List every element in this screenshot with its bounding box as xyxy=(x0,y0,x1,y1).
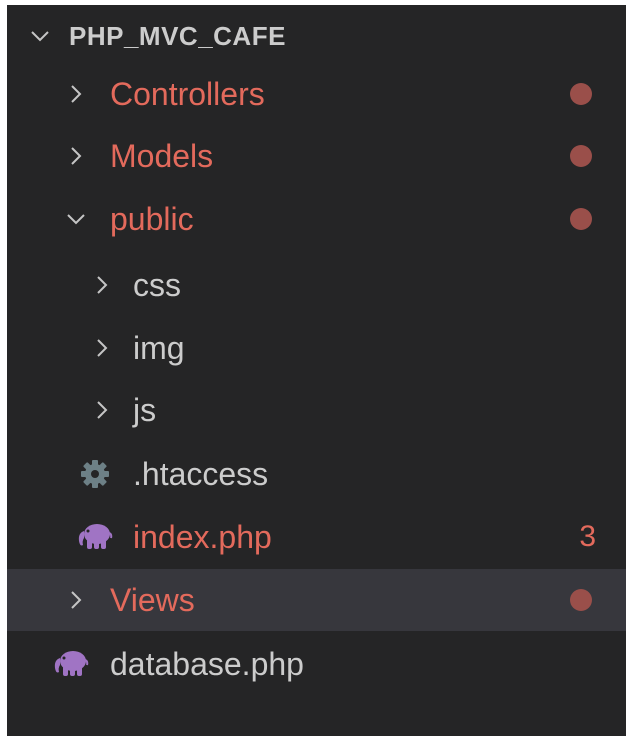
chevron-right-icon[interactable] xyxy=(65,83,87,105)
modified-dot-icon xyxy=(570,208,592,230)
chevron-right-icon[interactable] xyxy=(91,274,113,296)
file-index-php[interactable]: index.php 3 xyxy=(7,506,626,568)
folder-models[interactable]: Models xyxy=(7,125,626,187)
file-label: index.php xyxy=(133,519,272,555)
chevron-down-icon[interactable] xyxy=(65,208,87,230)
folder-label: Models xyxy=(110,138,214,174)
chevron-down-icon[interactable] xyxy=(29,25,51,47)
modified-dot-icon xyxy=(570,83,592,105)
modified-dot-icon xyxy=(570,145,592,167)
folder-label: public xyxy=(110,201,194,237)
chevron-right-icon[interactable] xyxy=(65,589,87,611)
folder-label: img xyxy=(133,330,185,366)
folder-label: css xyxy=(133,267,181,303)
folder-css[interactable]: css xyxy=(7,254,626,316)
folder-label: Views xyxy=(110,582,195,618)
file-database-php[interactable]: database.php xyxy=(7,633,626,695)
file-label: database.php xyxy=(110,646,304,682)
chevron-right-icon[interactable] xyxy=(91,399,113,421)
folder-views[interactable]: Views xyxy=(7,569,626,631)
folder-public[interactable]: public xyxy=(7,188,626,250)
file-label: .htaccess xyxy=(133,456,269,492)
gear-icon xyxy=(77,458,113,490)
chevron-right-icon[interactable] xyxy=(65,145,87,167)
problem-count-badge: 3 xyxy=(579,520,596,553)
chevron-right-icon[interactable] xyxy=(91,337,113,359)
php-elephant-icon xyxy=(53,648,89,680)
explorer-root-header[interactable]: PHP_MVC_CAFE xyxy=(7,5,626,67)
explorer-root-label: PHP_MVC_CAFE xyxy=(69,21,286,51)
folder-controllers[interactable]: Controllers xyxy=(7,63,626,125)
modified-dot-icon xyxy=(570,589,592,611)
folder-js[interactable]: js xyxy=(7,379,626,441)
php-elephant-icon xyxy=(77,521,113,553)
folder-label: Controllers xyxy=(110,76,265,112)
file-explorer-panel: PHP_MVC_CAFE Controllers Models public c… xyxy=(7,5,626,736)
folder-img[interactable]: img xyxy=(7,317,626,379)
file-htaccess[interactable]: .htaccess xyxy=(7,443,626,505)
folder-label: js xyxy=(133,392,157,428)
